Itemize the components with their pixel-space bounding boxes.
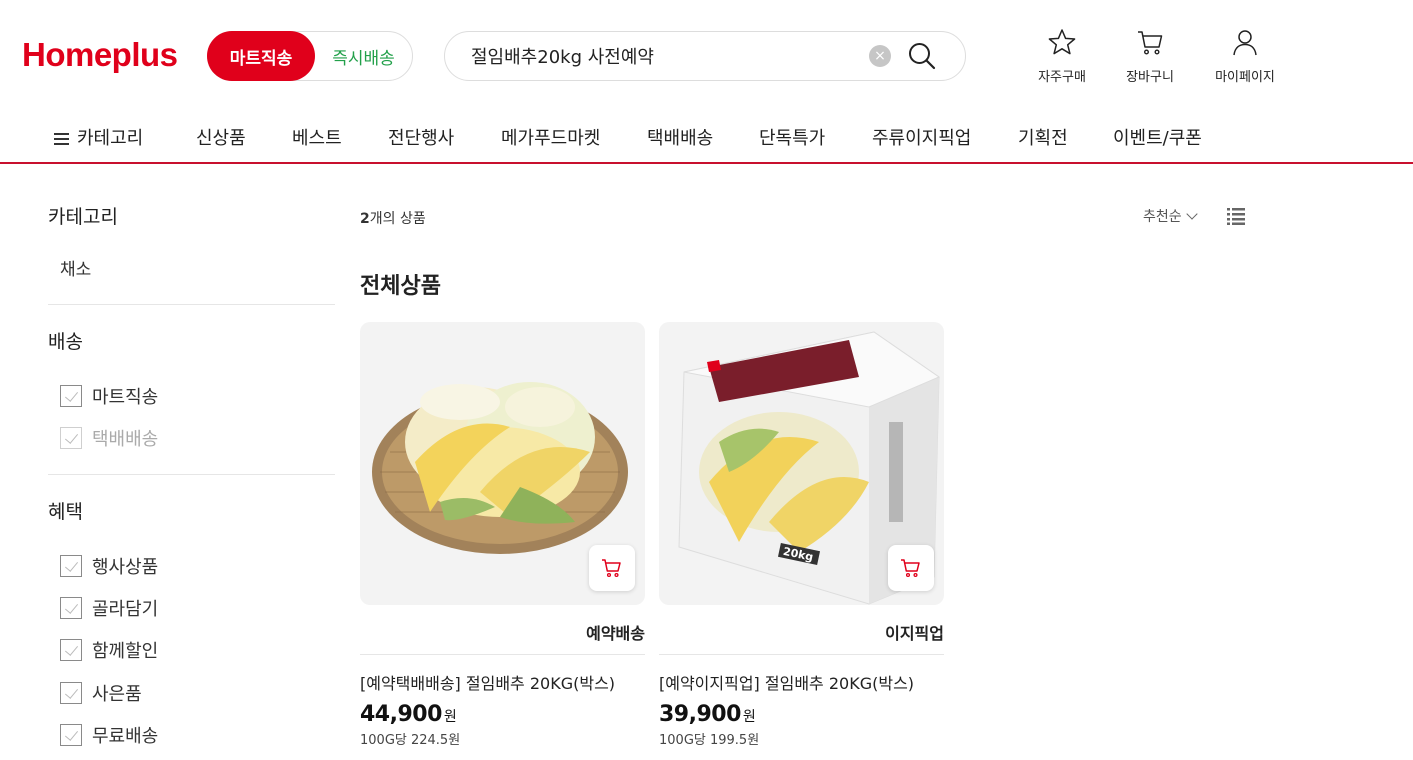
unit-price: 100G당 224.5원	[360, 733, 461, 748]
mypage-button[interactable]: 마이페이지	[1210, 28, 1280, 85]
product-card[interactable]: 예약배송 [예약택배배송] 절임배추 20KG(박스) 44,900 원 100G…	[360, 322, 645, 748]
filter-parcel-delivery: 택배배송	[60, 426, 158, 450]
main-nav: 카테고리 신상품 베스트 전단행사 메가푸드마켓 택배배송 단독특가 주류이지픽…	[0, 110, 1413, 164]
delivery-filter-title: 배송	[48, 331, 83, 353]
user-icon	[1233, 30, 1257, 56]
product-price: 39,900 원	[659, 702, 944, 727]
divider	[48, 474, 335, 475]
nav-new[interactable]: 신상품	[196, 124, 246, 150]
filter-mart-delivery[interactable]: 마트직송	[60, 384, 158, 408]
unit-price: 100G당 199.5원	[659, 733, 760, 748]
product-price: 44,900 원	[360, 702, 645, 727]
instant-delivery-tab[interactable]: 즉시배송	[315, 44, 412, 69]
checkbox[interactable]	[60, 724, 82, 746]
nav-liquor-pickup[interactable]: 주류이지픽업	[872, 124, 971, 150]
filter-gift[interactable]: 사은품	[60, 681, 142, 705]
nav-category[interactable]: 카테고리	[54, 124, 143, 150]
homeplus-logo[interactable]: Homeplus	[22, 36, 178, 74]
product-name[interactable]: [예약택배배송] 절임배추 20KG(박스)	[360, 670, 645, 694]
category-filter-title: 카테고리	[48, 206, 118, 228]
delivery-tag: 예약배송	[360, 605, 645, 655]
search-bar: ×	[444, 31, 966, 81]
chevron-down-icon	[1185, 208, 1198, 220]
nav-category-label: 카테고리	[77, 128, 144, 149]
product-name[interactable]: [예약이지픽업] 절임배추 20KG(박스)	[659, 670, 944, 694]
benefit-filter-title: 혜택	[48, 501, 83, 523]
frequent-purchase-button[interactable]: 자주구매	[1027, 28, 1097, 85]
filter-free-shipping[interactable]: 무료배송	[60, 723, 158, 747]
add-to-cart-button[interactable]	[888, 545, 934, 591]
filter-label: 행사상품	[92, 557, 159, 578]
nav-parcel[interactable]: 택배배송	[647, 124, 713, 150]
result-count-number: 2	[360, 211, 370, 227]
nav-exclusive[interactable]: 단독특가	[759, 124, 825, 150]
result-count-suffix: 개의 상품	[369, 211, 426, 227]
frequent-purchase-label: 자주구매	[1038, 70, 1086, 85]
filter-label: 택배배송	[92, 429, 159, 450]
sort-label: 추천순	[1143, 209, 1182, 225]
filter-bundle-discount[interactable]: 함께할인	[60, 638, 158, 662]
product-image[interactable]: 20kg	[659, 322, 944, 605]
search-icon[interactable]	[907, 41, 937, 71]
result-count: 2개의 상품	[360, 208, 426, 228]
price-value: 44,900	[360, 702, 442, 727]
filter-pick-and-choose[interactable]: 골라담기	[60, 596, 158, 620]
filter-label: 골라담기	[92, 599, 159, 620]
cart-icon	[901, 559, 920, 578]
star-icon	[1048, 29, 1076, 55]
checkbox[interactable]	[60, 385, 82, 407]
delivery-tag: 이지픽업	[659, 605, 944, 655]
cart-button[interactable]: 장바구니	[1115, 28, 1185, 85]
list-view-icon[interactable]	[1227, 207, 1245, 225]
price-value: 39,900	[659, 702, 741, 727]
sort-dropdown[interactable]: 추천순	[1143, 206, 1198, 226]
checkbox[interactable]	[60, 639, 82, 661]
mypage-label: 마이페이지	[1215, 70, 1275, 85]
cart-icon	[602, 559, 621, 578]
header: Homeplus 마트직송 즉시배송 × 자주구매 장바구니 마이페이지	[0, 0, 1413, 110]
nav-best[interactable]: 베스트	[292, 124, 342, 150]
checkbox[interactable]	[60, 682, 82, 704]
nav-event-coupon[interactable]: 이벤트/쿠폰	[1113, 124, 1202, 150]
divider	[48, 304, 335, 305]
product-image[interactable]	[360, 322, 645, 605]
price-currency: 원	[742, 709, 756, 725]
cart-label: 장바구니	[1126, 70, 1174, 85]
mart-delivery-tab[interactable]: 마트직송	[207, 31, 315, 81]
checkbox[interactable]	[60, 597, 82, 619]
hamburger-icon	[54, 130, 69, 148]
nav-flyer[interactable]: 전단행사	[388, 124, 454, 150]
filter-label: 함께할인	[92, 641, 159, 662]
checkbox[interactable]	[60, 555, 82, 577]
filter-label: 마트직송	[92, 387, 159, 408]
add-to-cart-button[interactable]	[589, 545, 635, 591]
section-title: 전체상품	[360, 274, 441, 299]
price-currency: 원	[443, 709, 457, 725]
filter-label: 사은품	[92, 684, 142, 705]
nav-exhibition[interactable]: 기획전	[1018, 124, 1068, 150]
category-filter-item[interactable]: 채소	[60, 255, 91, 280]
search-input[interactable]	[471, 32, 851, 80]
filter-sale-items[interactable]: 행사상품	[60, 554, 158, 578]
filter-label: 무료배송	[92, 726, 159, 747]
nav-megafood[interactable]: 메가푸드마켓	[501, 124, 600, 150]
product-card[interactable]: 20kg 이지픽업 [예약이지픽업] 절임배추 20KG(박스) 39,900 원…	[659, 322, 944, 748]
cart-icon	[1138, 31, 1163, 55]
checkbox-disabled	[60, 427, 82, 449]
delivery-mode-toggle: 마트직송 즉시배송	[207, 31, 413, 81]
clear-search-icon[interactable]: ×	[869, 45, 891, 67]
